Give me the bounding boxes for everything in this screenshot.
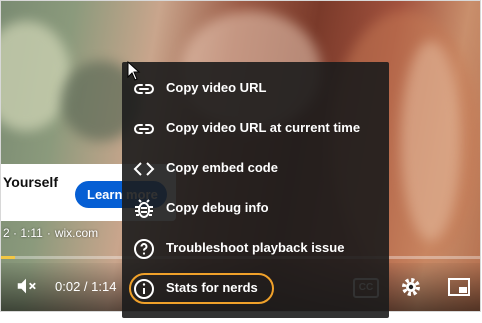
menu-item-label: Copy embed code	[166, 160, 278, 175]
time-display: 0:02 / 1:14	[55, 279, 117, 294]
separator-dot: ·	[46, 226, 51, 240]
mouse-cursor-icon	[127, 61, 141, 81]
ad-meta: 2 · 1:11 · wix.com	[3, 226, 98, 240]
bug-icon	[132, 197, 156, 221]
ad-title: Yourself	[3, 174, 58, 190]
menu-item-label: Copy video URL at current time	[166, 120, 361, 135]
progress-fill	[1, 256, 16, 259]
menu-item-label: Copy video URL	[166, 80, 267, 95]
menu-item-copy-debug-info[interactable]: Copy debug info	[122, 189, 389, 229]
settings-gear-icon[interactable]	[399, 275, 423, 299]
menu-item-troubleshoot-playback[interactable]: Troubleshoot playback issue	[122, 229, 389, 269]
menu-item-copy-embed-code[interactable]: Copy embed code	[122, 149, 389, 189]
help-icon	[132, 237, 156, 261]
highlight-ring	[129, 273, 274, 304]
menu-item-label: Troubleshoot playback issue	[166, 240, 345, 255]
menu-item-label: Copy debug info	[166, 200, 269, 215]
video-content	[401, 41, 461, 241]
menu-item-copy-video-url[interactable]: Copy video URL	[122, 69, 389, 109]
video-content	[1, 21, 71, 131]
mute-icon[interactable]	[15, 275, 37, 297]
ad-progress-time: 2 · 1:11	[3, 226, 43, 240]
code-icon	[132, 157, 156, 181]
link-icon	[132, 117, 156, 141]
menu-item-copy-video-url-at-time[interactable]: Copy video URL at current time	[122, 109, 389, 149]
miniplayer-icon[interactable]	[447, 277, 471, 297]
context-menu: Copy video URL Copy video URL at current…	[122, 62, 389, 318]
ad-site[interactable]: wix.com	[55, 226, 98, 240]
